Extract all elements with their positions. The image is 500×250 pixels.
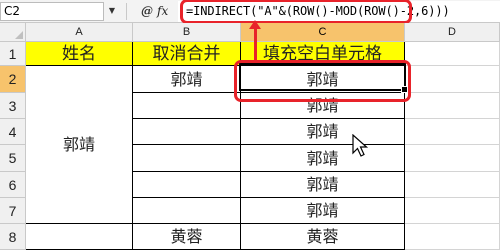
cell-b2[interactable]: 郭靖 xyxy=(133,66,241,93)
cell-b7[interactable] xyxy=(133,198,241,224)
cell-a1[interactable]: 姓名 xyxy=(26,42,133,66)
column-header-c[interactable]: C xyxy=(241,23,405,42)
row-header-6[interactable]: 6 xyxy=(0,172,26,198)
cell-b8[interactable]: 黄蓉 xyxy=(133,224,241,250)
cell-c6[interactable]: 郭靖 xyxy=(241,172,405,198)
annotation-arrow-head-icon xyxy=(249,20,261,29)
cell-c8[interactable]: 黄蓉 xyxy=(241,224,405,250)
cell-a8[interactable] xyxy=(26,224,133,250)
cell-d1[interactable] xyxy=(405,42,500,66)
formula-highlight-annotation xyxy=(180,0,412,24)
name-box-dropdown-icon[interactable]: ▼ xyxy=(105,3,119,19)
row-header-8[interactable]: 8 xyxy=(0,224,26,250)
row-header-5[interactable]: 5 xyxy=(0,145,26,172)
insert-function-icon[interactable]: @ xyxy=(139,2,155,20)
row-header-2[interactable]: 2 xyxy=(0,66,26,93)
cell-d8[interactable] xyxy=(405,224,500,250)
cell-d2[interactable] xyxy=(405,66,500,93)
cell-d4[interactable] xyxy=(405,119,500,145)
cell-d5[interactable] xyxy=(405,145,500,172)
name-box[interactable]: C2 xyxy=(0,2,104,21)
row-header-4[interactable]: 4 xyxy=(0,119,26,145)
cell-a2-merged[interactable]: 郭靖 xyxy=(26,66,133,224)
fx-label[interactable]: fx xyxy=(157,2,175,20)
cell-b5[interactable] xyxy=(133,145,241,172)
row-header-3[interactable]: 3 xyxy=(0,93,26,119)
cell-d6[interactable] xyxy=(405,172,500,198)
row-header-1[interactable]: 1 xyxy=(0,42,26,66)
toolbar-divider xyxy=(126,3,127,20)
cell-d7[interactable] xyxy=(405,198,500,224)
cell-b1[interactable]: 取消合并 xyxy=(133,42,241,66)
column-header-a[interactable]: A xyxy=(26,23,133,42)
cell-b6[interactable] xyxy=(133,172,241,198)
cell-b3[interactable] xyxy=(133,93,241,119)
cell-b4[interactable] xyxy=(133,119,241,145)
column-header-b[interactable]: B xyxy=(133,23,241,42)
cell-c7[interactable]: 郭靖 xyxy=(241,198,405,224)
select-all-corner[interactable] xyxy=(0,23,26,42)
cell-highlight-annotation xyxy=(234,60,411,102)
cell-c5[interactable]: 郭靖 xyxy=(241,145,405,172)
cell-c4[interactable]: 郭靖 xyxy=(241,119,405,145)
row-header-7[interactable]: 7 xyxy=(0,198,26,224)
column-header-d[interactable]: D xyxy=(405,23,500,42)
cell-d3[interactable] xyxy=(405,93,500,119)
mouse-cursor-icon xyxy=(352,134,369,157)
